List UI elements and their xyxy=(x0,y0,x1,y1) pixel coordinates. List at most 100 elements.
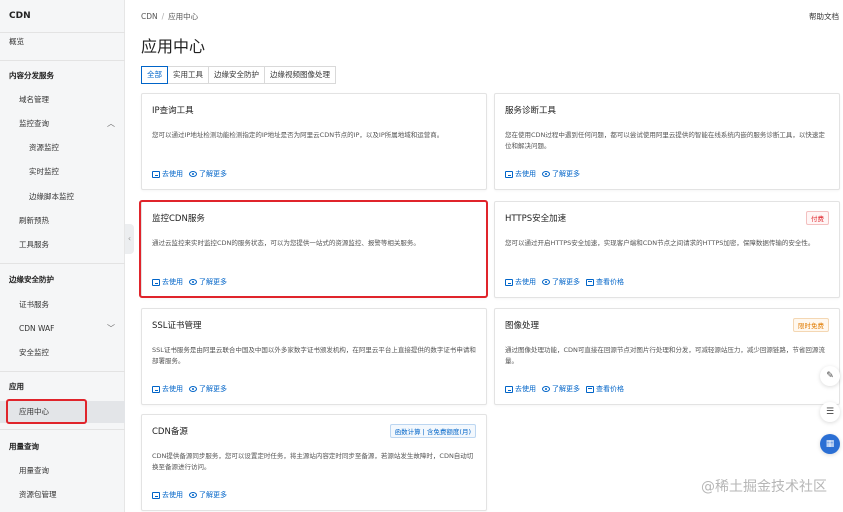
sidebar-item-security-monitor[interactable]: 安全监控 xyxy=(0,342,125,364)
main-content: CDN / 应用中心 帮助文档 应用中心 全部 实用工具 边缘安全防护 边缘视频图像… xyxy=(139,0,843,512)
breadcrumb-current: 应用中心 xyxy=(168,12,199,21)
sidebar-item-toolbox[interactable]: 工具服务 xyxy=(0,234,125,256)
play-icon xyxy=(505,385,513,393)
sidebar-item-domain[interactable]: 域名管理 xyxy=(0,89,125,111)
use-label: 去使用 xyxy=(515,170,536,178)
sidebar-item-resource-monitor[interactable]: 资源监控 xyxy=(0,137,125,159)
card-diagnosis: 服务诊断工具 您在使用CDN过程中遇到任何问题，都可以尝试使用阿里云提供的智能在… xyxy=(494,93,840,190)
card-title: 服务诊断工具 xyxy=(505,106,557,116)
learn-label: 了解更多 xyxy=(552,278,580,286)
quota-badge: 函数计算 | 含免费额度(月) xyxy=(389,424,476,438)
use-button[interactable]: 去使用 xyxy=(152,384,183,394)
sidebar-item-realtime-monitor[interactable]: 实时监控 xyxy=(0,161,125,183)
sidebar-divider xyxy=(0,60,125,61)
watermark: @稀土掘金技术社区 xyxy=(701,479,827,495)
sidebar-item-resource-pack[interactable]: 资源包管理 xyxy=(0,484,125,506)
help-docs-link[interactable]: 帮助文档 xyxy=(809,11,839,22)
card-image-processing: 图像处理 限时免费 通过图像处理功能，CDN可直接在回源节点对图片行处理和分发，… xyxy=(494,308,840,405)
use-label: 去使用 xyxy=(162,170,183,178)
tab-tools[interactable]: 实用工具 xyxy=(167,66,209,84)
card-https: HTTPS安全加速 付费 您可以通过开启HTTPS安全加速，实现客户端和CDN节… xyxy=(494,201,840,298)
sidebar-collapse-handle[interactable]: ‹ xyxy=(125,224,134,254)
breadcrumb-separator: / xyxy=(161,12,165,21)
breadcrumb-root[interactable]: CDN xyxy=(141,12,158,21)
sidebar-divider xyxy=(0,429,125,430)
card-cdn-backup: CDN备源 函数计算 | 含免费额度(月) CDN提供备源同步服务，您可以设置定… xyxy=(141,414,487,511)
sidebar-item-label: 监控查询 xyxy=(19,119,49,128)
sidebar-group-content: 内容分发服务 xyxy=(9,71,54,80)
card-description: 通过图像处理功能，CDN可直接在回源节点对图片行处理和分发，可减轻源站压力，减少… xyxy=(505,346,825,365)
price-icon xyxy=(586,385,594,393)
view-price-link[interactable]: 查看价格 xyxy=(586,384,624,394)
learn-more-link[interactable]: 了解更多 xyxy=(189,169,227,179)
learn-label: 了解更多 xyxy=(552,385,580,393)
card-description: 您可以通过开启HTTPS安全加速，实现客户端和CDN节点之间请求的HTTPS加密… xyxy=(505,239,815,247)
play-icon xyxy=(505,278,513,286)
eye-icon xyxy=(542,279,550,285)
card-ip-query: IP查询工具 您可以通过IP地址检测功能检测指定的IP地址是否为阿里云CDN节点… xyxy=(141,93,487,190)
card-description: CDN提供备源同步服务，您可以设置定时任务，将主源站内容定时同步至备源，若源站发… xyxy=(152,452,474,471)
use-button[interactable]: 去使用 xyxy=(505,169,536,179)
eye-icon xyxy=(542,386,550,392)
card-description: SSL证书服务是由阿里云联合中国及中国以外多家数字证书颁发机构，在阿里云平台上直… xyxy=(152,346,476,365)
learn-label: 了解更多 xyxy=(199,491,227,499)
use-label: 去使用 xyxy=(162,491,183,499)
learn-more-link[interactable]: 了解更多 xyxy=(542,169,580,179)
eye-icon xyxy=(542,171,550,177)
sidebar-item-label: CDN WAF xyxy=(19,324,55,333)
learn-label: 了解更多 xyxy=(552,170,580,178)
use-label: 去使用 xyxy=(515,385,536,393)
learn-more-link[interactable]: 了解更多 xyxy=(189,384,227,394)
play-icon xyxy=(152,170,160,178)
sidebar-group-usage: 用量查询 xyxy=(9,442,39,451)
card-title: CDN备源 xyxy=(152,427,188,437)
sidebar-divider xyxy=(0,263,125,264)
sidebar-item-edge-script-monitor[interactable]: 边缘脚本监控 xyxy=(0,186,125,208)
learn-more-link[interactable]: 了解更多 xyxy=(542,384,580,394)
eye-icon xyxy=(189,386,197,392)
eye-icon xyxy=(189,492,197,498)
sidebar-title: CDN xyxy=(9,11,31,21)
sidebar: CDN 概览 内容分发服务 域名管理 监控查询 ︿ 资源监控 实时监控 边缘脚本… xyxy=(0,0,125,512)
tab-edge-video-image[interactable]: 边缘视频图像处理 xyxy=(264,66,336,84)
card-actions: 去使用 了解更多 xyxy=(505,169,586,179)
learn-label: 了解更多 xyxy=(199,385,227,393)
tab-all[interactable]: 全部 xyxy=(141,66,168,84)
card-description: 您可以通过IP地址检测功能检测指定的IP地址是否为阿里云CDN节点的IP，以及I… xyxy=(152,131,444,139)
use-button[interactable]: 去使用 xyxy=(505,277,536,287)
learn-label: 了解更多 xyxy=(199,170,227,178)
page-title: 应用中心 xyxy=(141,37,206,56)
card-actions: 去使用 了解更多 xyxy=(152,384,233,394)
highlight-app-center xyxy=(6,399,87,424)
sidebar-item-refresh-preload[interactable]: 刷新预热 xyxy=(0,210,125,232)
sidebar-group-edge-security: 边缘安全防护 xyxy=(9,275,54,284)
edit-icon[interactable]: ✎ xyxy=(820,366,840,386)
sidebar-divider xyxy=(0,371,125,372)
sidebar-item-cdn-waf[interactable]: CDN WAF ﹀ xyxy=(0,318,125,340)
tab-edge-security[interactable]: 边缘安全防护 xyxy=(208,66,265,84)
use-button[interactable]: 去使用 xyxy=(152,490,183,500)
sidebar-item-monitor-query[interactable]: 监控查询 ︿ xyxy=(0,113,125,135)
card-actions: 去使用 了解更多 查看价格 xyxy=(505,384,630,394)
sidebar-item-cert-service[interactable]: 证书服务 xyxy=(0,294,125,316)
card-actions: 去使用 了解更多 xyxy=(152,169,233,179)
view-price-link[interactable]: 查看价格 xyxy=(586,277,624,287)
use-label: 去使用 xyxy=(162,385,183,393)
apps-icon[interactable]: ▦ xyxy=(820,434,840,454)
category-tabs: 全部 实用工具 边缘安全防护 边缘视频图像处理 xyxy=(141,66,336,84)
chevron-left-icon: ‹ xyxy=(127,234,132,243)
play-icon xyxy=(152,385,160,393)
card-description: 您在使用CDN过程中遇到任何问题，都可以尝试使用阿里云提供的智能在线系统内嵌的服… xyxy=(505,131,825,150)
card-actions: 去使用 了解更多 查看价格 xyxy=(505,277,630,287)
price-icon xyxy=(586,278,594,286)
sidebar-item-usage-query[interactable]: 用量查询 xyxy=(0,460,125,482)
learn-more-link[interactable]: 了解更多 xyxy=(189,490,227,500)
learn-more-link[interactable]: 了解更多 xyxy=(542,277,580,287)
use-button[interactable]: 去使用 xyxy=(152,169,183,179)
card-title: SSL证书管理 xyxy=(152,321,202,331)
chat-icon[interactable]: ☰ xyxy=(820,402,840,422)
use-button[interactable]: 去使用 xyxy=(505,384,536,394)
use-label: 去使用 xyxy=(515,278,536,286)
card-ssl: SSL证书管理 SSL证书服务是由阿里云联合中国及中国以外多家数字证书颁发机构，… xyxy=(141,308,487,405)
sidebar-item-overview[interactable]: 概览 xyxy=(0,31,125,53)
